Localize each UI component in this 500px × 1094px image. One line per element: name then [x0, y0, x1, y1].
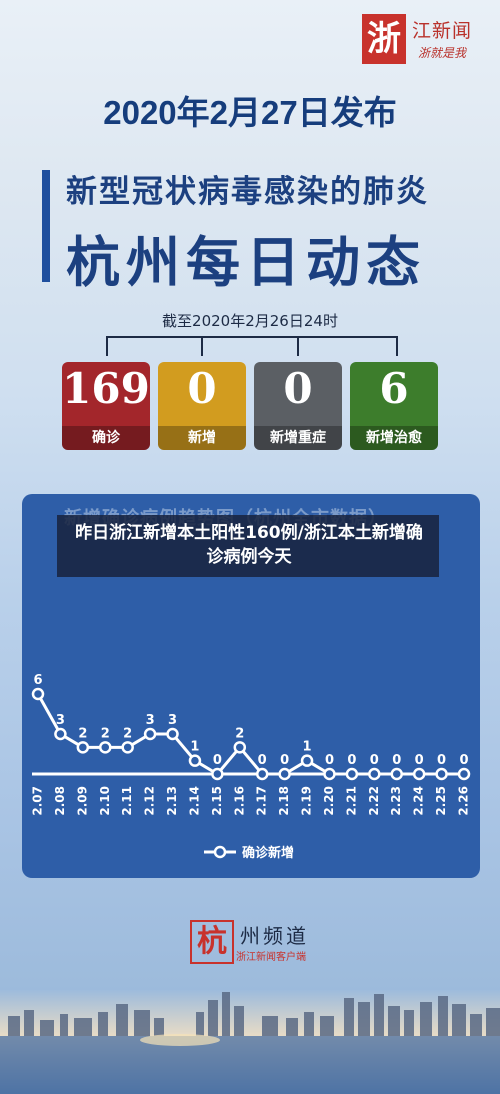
- data-label: 3: [56, 713, 65, 728]
- x-tick-label: 2.16: [232, 786, 246, 816]
- data-point: [143, 727, 157, 741]
- title-line1: 新型冠状病毒感染的肺炎: [66, 174, 429, 210]
- stat-value: 0: [187, 364, 217, 413]
- logo-sub: 浙江新闻客户端: [236, 952, 306, 963]
- hangzhou-channel-logo: 杭 州频道 浙江新闻客户端: [190, 920, 320, 966]
- x-tick-label: 2.15: [210, 786, 224, 816]
- stats-bracket: [106, 336, 398, 356]
- data-point: [211, 767, 224, 781]
- stat-value: 0: [283, 364, 313, 413]
- x-tick-label: 2.20: [322, 786, 336, 816]
- logo-seal: 浙: [362, 14, 406, 64]
- release-date: 2020年2月27日发布: [103, 94, 397, 131]
- data-label: 2: [101, 726, 110, 741]
- data-label: 2: [78, 726, 87, 741]
- as-of-date: 截至2020年2月26日24时: [162, 312, 338, 330]
- headline-overlay: 昨日浙江新增本土阳性160例/浙江本土新增确诊病例今天: [57, 515, 439, 577]
- data-point: [255, 767, 269, 781]
- data-label: 0: [370, 753, 379, 768]
- data-point: [368, 767, 381, 781]
- legend-label: 确诊新增: [242, 845, 294, 861]
- x-tick-label: 2.14: [187, 786, 201, 816]
- data-label: 0: [437, 753, 446, 768]
- stats-row: 169 确诊 0 新增 0 新增重症 6 新增治愈: [62, 362, 438, 450]
- data-label: 1: [303, 740, 312, 755]
- stat-confirmed: 169 确诊: [62, 362, 150, 450]
- data-point: [188, 754, 202, 767]
- x-tick-label: 2.18: [277, 786, 291, 816]
- x-tick-label: 2.11: [120, 786, 134, 816]
- x-tick-label: 2.19: [300, 786, 314, 816]
- data-point: [31, 687, 45, 701]
- data-point: [76, 741, 90, 754]
- data-label: 0: [280, 753, 289, 768]
- data-label: 2: [123, 726, 132, 741]
- x-tick-label: 2.24: [412, 786, 426, 816]
- poster: 浙 江新闻 浙就是我 2020年2月27日发布 新型冠状病毒感染的肺炎 杭州每日…: [0, 0, 500, 1094]
- bracket-tick: [201, 336, 203, 356]
- zjnews-logo: 浙 江新闻 浙就是我: [362, 12, 484, 70]
- data-point: [300, 754, 314, 767]
- logo-seal: 杭: [190, 920, 234, 964]
- stat-new-severe: 0 新增重症: [254, 362, 342, 450]
- data-point: [233, 741, 247, 754]
- title-accent-bar: [42, 170, 50, 282]
- data-point: [345, 767, 359, 781]
- x-tick-label: 2.08: [53, 786, 67, 816]
- data-label: 2: [235, 726, 244, 741]
- logo-motto: 浙就是我: [418, 46, 467, 60]
- data-label: 1: [190, 740, 199, 755]
- data-point: [121, 741, 134, 754]
- data-point: [99, 741, 112, 754]
- data-label: 0: [459, 753, 468, 768]
- data-point: [457, 767, 471, 781]
- headline-text: 昨日浙江新增本土阳性160例/浙江本土新增确诊病例今天: [75, 523, 423, 567]
- logo-name: 江新闻: [412, 20, 473, 42]
- x-tick-label: 2.25: [434, 786, 448, 816]
- x-tick-label: 2.07: [31, 786, 45, 816]
- x-tick-label: 2.22: [367, 786, 381, 816]
- x-tick-label: 2.26: [457, 786, 471, 816]
- stat-label: 新增治愈: [350, 426, 438, 450]
- x-tick-label: 2.13: [165, 786, 179, 816]
- x-tick-label: 2.21: [344, 786, 358, 816]
- x-tick-label: 2.09: [75, 786, 89, 816]
- data-point: [412, 767, 426, 781]
- x-tick-label: 2.23: [389, 786, 403, 816]
- stat-value: 6: [379, 364, 409, 413]
- data-label: 0: [213, 753, 222, 768]
- data-label: 0: [347, 753, 356, 768]
- stat-label: 新增重症: [254, 426, 342, 450]
- bracket-tick: [297, 336, 299, 356]
- data-label: 6: [33, 673, 42, 688]
- legend-marker: [213, 845, 227, 859]
- logo-name: 州频道: [240, 924, 309, 948]
- data-point: [166, 727, 179, 741]
- x-tick-label: 2.17: [255, 786, 269, 816]
- stat-new-recovered: 6 新增治愈: [350, 362, 438, 450]
- x-tick-label: 2.12: [143, 786, 157, 816]
- data-label: 0: [415, 753, 424, 768]
- title-line2: 杭州每日动态: [66, 231, 426, 294]
- stat-label: 确诊: [62, 426, 150, 450]
- stat-new: 0 新增: [158, 362, 246, 450]
- city-skyline-image: [0, 990, 500, 1094]
- data-label: 0: [258, 753, 267, 768]
- data-point: [323, 767, 336, 781]
- data-label: 0: [325, 753, 334, 768]
- stat-value: 169: [62, 364, 150, 413]
- data-label: 0: [392, 753, 401, 768]
- stat-label: 新增: [158, 426, 246, 450]
- data-point: [390, 767, 403, 781]
- data-point: [54, 727, 67, 741]
- data-point: [435, 767, 448, 781]
- x-tick-label: 2.10: [98, 786, 112, 816]
- data-label: 3: [168, 713, 177, 728]
- data-label: 3: [146, 713, 155, 728]
- data-point: [278, 767, 291, 781]
